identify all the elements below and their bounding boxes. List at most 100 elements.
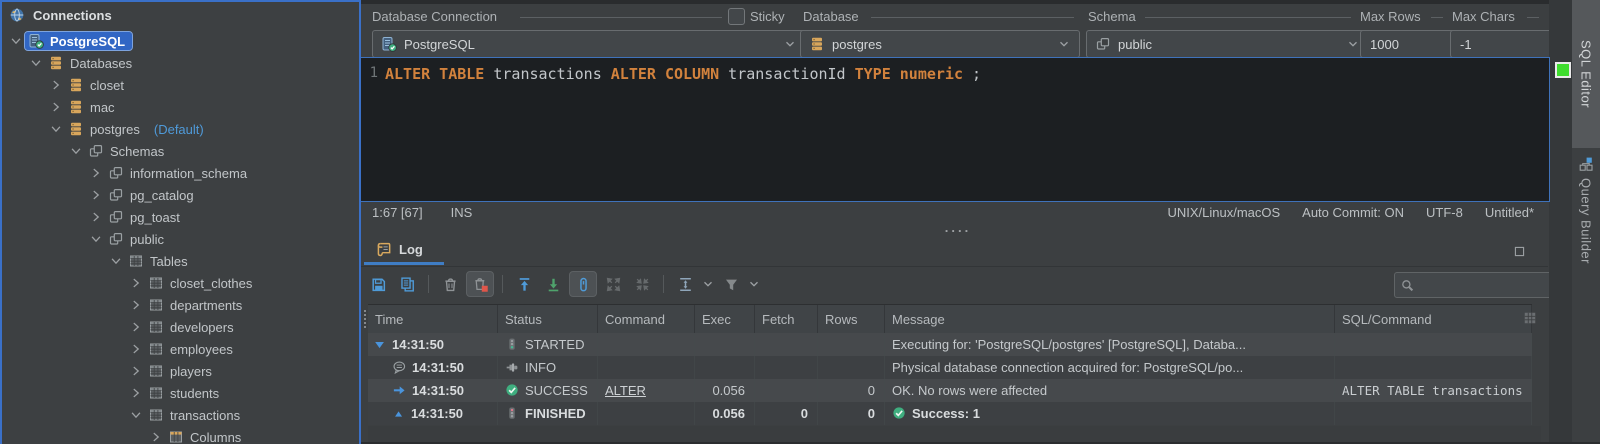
column-header-message[interactable]: Message	[885, 305, 1335, 334]
tree-item-content[interactable]: pg_catalog	[105, 186, 201, 204]
database-connection-select[interactable]: PostgreSQL	[372, 30, 806, 58]
sticky-checkbox[interactable]	[728, 8, 745, 25]
tree-item-content[interactable]: employees	[145, 340, 240, 358]
triangle-up-icon[interactable]	[392, 407, 406, 421]
filter-dropdown-chevron[interactable]	[747, 272, 761, 296]
column-header-sql-command[interactable]: SQL/Command	[1335, 305, 1532, 334]
tree-item-mac[interactable]: mac	[2, 96, 359, 118]
fit-row-height-dropdown-chevron[interactable]	[701, 272, 715, 296]
log-row-finished[interactable]: 14:31:50FINISHED0.05600Success: 1	[368, 402, 1532, 425]
column-header-status[interactable]: Status	[498, 305, 598, 334]
save-button[interactable]	[365, 272, 391, 296]
column-header-rows[interactable]: Rows	[818, 305, 885, 334]
column-header-fetch[interactable]: Fetch	[755, 305, 818, 334]
sql-editor[interactable]: 1 ALTER TABLE transactions ALTER COLUMN …	[360, 57, 1550, 202]
chevron-down-icon[interactable]	[29, 56, 43, 70]
scroll-to-top-button[interactable]	[511, 272, 537, 296]
triangle-down-icon[interactable]	[373, 338, 387, 352]
tail-log-button[interactable]	[569, 271, 597, 297]
cell-time: 14:31:50	[368, 379, 498, 402]
collapse-all-button[interactable]	[629, 272, 655, 296]
tree-item-content[interactable]: postgres	[65, 120, 147, 138]
tree-item-closet[interactable]: closet	[2, 74, 359, 96]
schema-select[interactable]: public	[1086, 30, 1369, 58]
chevron-right-icon[interactable]	[129, 298, 143, 312]
tree-item-postgres[interactable]: postgres(Default)	[2, 118, 359, 140]
clear-on-execute-button[interactable]	[466, 271, 494, 297]
log-search-input[interactable]	[1419, 277, 1546, 294]
clear-log-button[interactable]	[437, 272, 463, 296]
tree-item-postgresql[interactable]: PostgreSQL	[2, 30, 359, 52]
column-header-exec[interactable]: Exec	[695, 305, 755, 334]
tree-item-content[interactable]: departments	[145, 296, 249, 314]
chevron-down-icon[interactable]	[69, 144, 83, 158]
max-rows-field[interactable]: 1000	[1360, 30, 1460, 58]
database-select[interactable]: postgres	[800, 30, 1080, 58]
chevron-right-icon[interactable]	[129, 342, 143, 356]
chevron-right-icon[interactable]	[129, 276, 143, 290]
tree-item-content[interactable]: Schemas	[85, 142, 171, 160]
fit-row-height-button[interactable]	[672, 272, 698, 296]
tree-item-databases[interactable]: Databases	[2, 52, 359, 74]
tab-query-builder[interactable]: Query Builder	[1572, 156, 1600, 264]
chevron-right-icon[interactable]	[129, 320, 143, 334]
tree-item-columns[interactable]: Columns	[2, 426, 359, 444]
column-drag-handle[interactable]	[361, 310, 368, 328]
filter-button[interactable]	[718, 272, 744, 296]
tree-item-employees[interactable]: employees	[2, 338, 359, 360]
tree-item-students[interactable]: students	[2, 382, 359, 404]
tree-item-information-schema[interactable]: information_schema	[2, 162, 359, 184]
tree-item-public[interactable]: public	[2, 228, 359, 250]
table-settings-icon[interactable]	[1523, 311, 1537, 325]
log-row-info[interactable]: 14:31:50INFOPhysical database connection…	[368, 356, 1532, 379]
log-search[interactable]	[1394, 272, 1552, 298]
chevron-down-icon[interactable]	[9, 34, 23, 48]
tree-item-content[interactable]: Tables	[125, 252, 195, 270]
chevron-down-icon[interactable]	[129, 408, 143, 422]
tree-item-content[interactable]: mac	[65, 98, 122, 116]
chevron-right-icon[interactable]	[89, 210, 103, 224]
tree-item-players[interactable]: players	[2, 360, 359, 382]
tree-item-schemas[interactable]: Schemas	[2, 140, 359, 162]
tree-item-content[interactable]: developers	[145, 318, 241, 336]
tree-item-content[interactable]: transactions	[145, 406, 247, 424]
tree-item-content[interactable]: students	[145, 384, 226, 402]
tree-item-content[interactable]: Databases	[45, 54, 139, 72]
tab-log[interactable]: Log	[367, 237, 431, 262]
tab-sql-editor[interactable]: SQL Editor	[1572, 0, 1600, 148]
tree-item-tables[interactable]: Tables	[2, 250, 359, 272]
tree-item-closet-clothes[interactable]: closet_clothes	[2, 272, 359, 294]
chevron-down-icon[interactable]	[89, 232, 103, 246]
tree-item-content[interactable]: information_schema	[105, 164, 254, 182]
chevron-right-icon[interactable]	[129, 386, 143, 400]
tree-item-departments[interactable]: departments	[2, 294, 359, 316]
max-chars-field[interactable]: -1	[1450, 30, 1556, 58]
log-row-started[interactable]: 14:31:50STARTEDExecuting for: 'PostgreSQ…	[368, 333, 1532, 356]
chevron-right-icon[interactable]	[129, 364, 143, 378]
chevron-right-icon[interactable]	[89, 188, 103, 202]
tree-item-pg-toast[interactable]: pg_toast	[2, 206, 359, 228]
sql-statement[interactable]: ALTER TABLE transactions ALTER COLUMN tr…	[385, 65, 981, 83]
chevron-down-icon[interactable]	[49, 122, 63, 136]
tree-item-content[interactable]: pg_toast	[105, 208, 187, 226]
tree-item-content[interactable]: public	[105, 230, 171, 248]
chevron-down-icon[interactable]	[109, 254, 123, 268]
chevron-right-icon[interactable]	[49, 78, 63, 92]
log-row-success[interactable]: 14:31:50SUCCESSALTER0.0560OK. No rows we…	[368, 379, 1532, 402]
chevron-right-icon[interactable]	[89, 166, 103, 180]
tree-item-content[interactable]: closet	[65, 76, 131, 94]
copy-button[interactable]	[394, 272, 420, 296]
command-link[interactable]: ALTER	[605, 383, 646, 398]
column-header-command[interactable]: Command	[598, 305, 695, 334]
tree-item-transactions[interactable]: transactions	[2, 404, 359, 426]
maximize-log-icon[interactable]	[1513, 245, 1526, 258]
tree-item-content[interactable]: PostgreSQL	[25, 32, 132, 50]
scroll-to-bottom-button[interactable]	[540, 272, 566, 296]
chevron-right-icon[interactable]	[49, 100, 63, 114]
tree-item-content[interactable]: closet_clothes	[145, 274, 259, 292]
tree-item-pg-catalog[interactable]: pg_catalog	[2, 184, 359, 206]
column-header-time[interactable]: Time	[368, 305, 498, 334]
expand-all-button[interactable]	[600, 272, 626, 296]
tree-item-content[interactable]: players	[145, 362, 219, 380]
tree-item-developers[interactable]: developers	[2, 316, 359, 338]
